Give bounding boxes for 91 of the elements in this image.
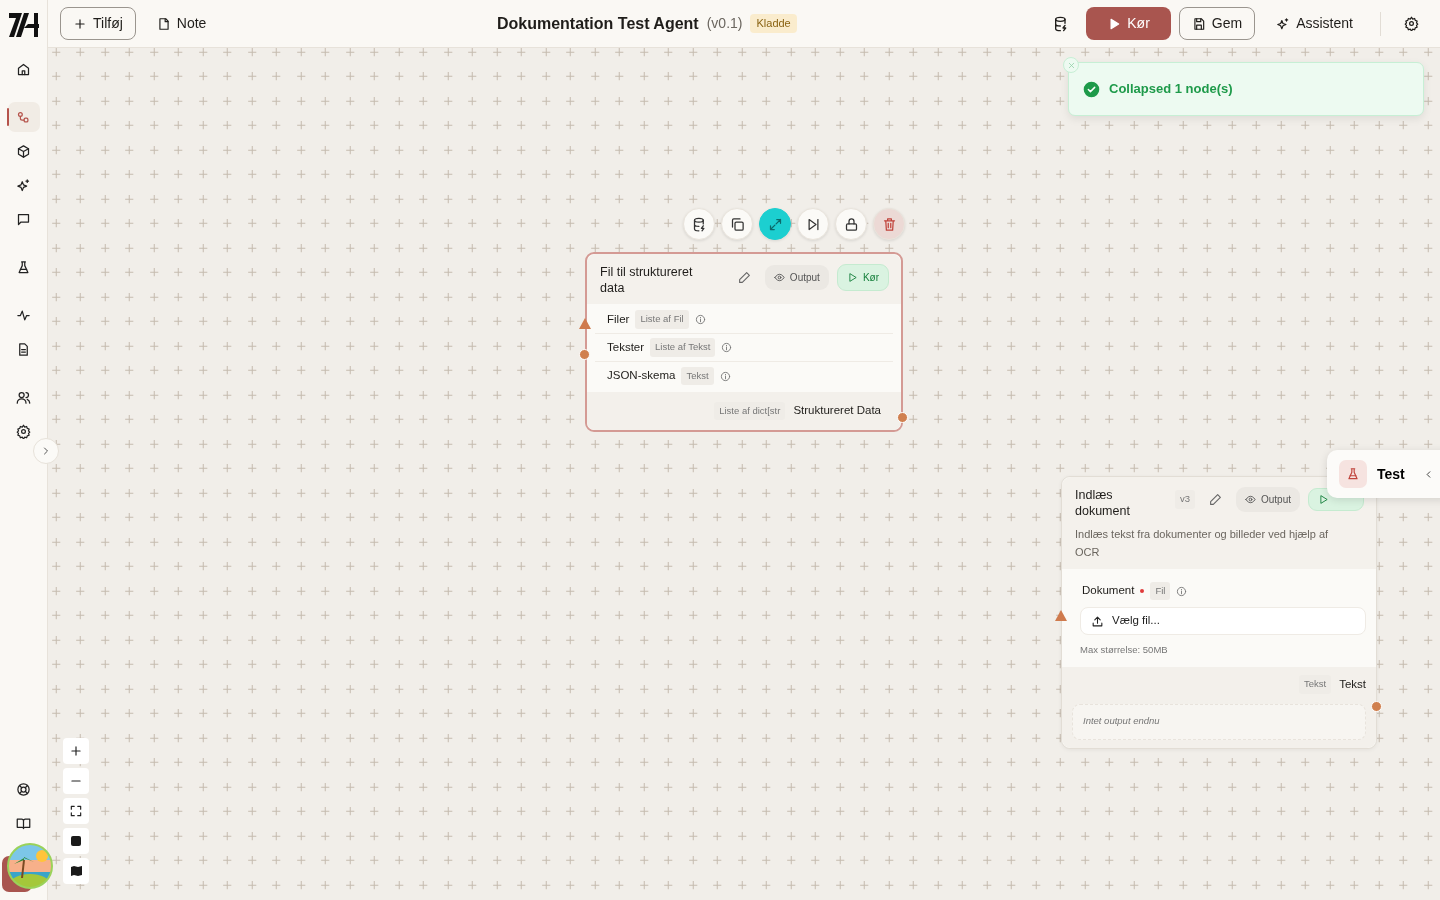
fit-view-icon (69, 804, 83, 818)
book-icon (16, 815, 31, 831)
play-icon (1107, 16, 1122, 31)
version-label: (v0.1) (706, 14, 743, 33)
input-handle[interactable] (1055, 610, 1067, 621)
required-dot (1140, 589, 1145, 593)
lock-button[interactable] (835, 208, 867, 240)
help-icon (16, 781, 31, 797)
output-button[interactable]: Output (764, 265, 829, 290)
plus-icon (73, 16, 87, 31)
test-panel-button[interactable]: Test (1327, 450, 1440, 498)
info-icon (694, 314, 706, 325)
status-badge: Kladde (750, 14, 797, 33)
type-tag: Liste af dict[str (714, 401, 786, 421)
workflow-icon (16, 109, 31, 125)
output-button[interactable]: Output (1235, 487, 1300, 512)
input-label: Dokument (1082, 583, 1135, 599)
eye-icon (1244, 494, 1256, 505)
copy-button[interactable] (721, 208, 753, 240)
copy-icon (729, 216, 745, 232)
info-icon (719, 370, 731, 382)
file-upload-button[interactable]: Vælg fil... (1080, 607, 1366, 635)
chat-icon (16, 211, 31, 227)
input-label: Tekster (607, 339, 645, 355)
delete-button[interactable] (873, 208, 905, 240)
cube-icon (16, 143, 31, 159)
assistant-button[interactable]: Assistent (1263, 7, 1366, 40)
note-icon (156, 16, 171, 31)
type-tag: Fil (1150, 581, 1171, 601)
type-tag: Tekst (1298, 675, 1332, 694)
expand-button[interactable] (759, 208, 791, 240)
square-icon (71, 836, 81, 846)
settings-icon (1404, 16, 1419, 31)
toggle-button[interactable] (63, 828, 89, 854)
upload-icon (1091, 614, 1104, 628)
play-icon (1318, 494, 1329, 505)
map-icon (70, 866, 82, 876)
delete-icon (881, 216, 897, 232)
save-button[interactable]: Gem (1178, 7, 1256, 40)
workflow-title: Dokumentation Test Agent (496, 13, 699, 34)
save-icon (1191, 16, 1206, 31)
sparkles-icon (16, 177, 31, 193)
success-check-icon (1083, 80, 1100, 98)
minimap-button[interactable] (63, 858, 89, 884)
version-badge: v3 (1174, 490, 1195, 509)
users-icon (16, 389, 31, 405)
output-label: Struktureret Data (793, 403, 881, 419)
output-label: Tekst (1339, 676, 1366, 692)
note-button[interactable]: Note (143, 7, 220, 40)
run-node-button[interactable]: Kør (836, 264, 889, 291)
expand-icon (767, 216, 783, 232)
logo-icon (8, 12, 39, 38)
node-card[interactable]: Indlæs dokument v3 Output Indlæs tekst fra dokumenter og billeder ved hjælp af OCR Dokument Fil Vælg fil... Max størrelse: 50MB Tekst Tekst Intet output endnu (1061, 476, 1377, 749)
flask-icon (16, 259, 31, 275)
flask-icon (1346, 467, 1360, 481)
database-icon (691, 216, 707, 232)
size-hint: Max størrelse: 50MB (1080, 643, 1169, 657)
skip-button[interactable] (797, 208, 829, 240)
node-card[interactable]: Fil til struktureret data Output Kør Filer Liste af Fil Tekster Liste af Tekst JSON-skema Tekst Liste af dict[str Struktureret Data (585, 252, 903, 432)
home-icon (16, 61, 31, 77)
lock-icon (843, 216, 859, 232)
fit-view-button[interactable] (63, 798, 89, 824)
input-label: JSON-skema (607, 368, 676, 384)
run-button[interactable]: Kør (1086, 7, 1171, 40)
input-handle[interactable] (579, 318, 591, 329)
sparkles-icon (1276, 16, 1291, 31)
settings-icon (16, 423, 31, 439)
info-icon (721, 342, 733, 353)
input-label: Filer (607, 311, 630, 327)
node-title: Indlæs dokument (1075, 487, 1131, 519)
close-icon (1066, 60, 1076, 70)
pencil-icon[interactable] (1208, 493, 1222, 506)
output-placeholder: Intet output endnu (1072, 703, 1366, 740)
toast-message: Collapsed 1 node(s) (1109, 80, 1233, 99)
output-handle[interactable] (897, 412, 908, 423)
type-tag: Liste af Tekst (650, 338, 716, 357)
plus-icon (69, 744, 83, 758)
type-tag: Liste af Fil (635, 310, 689, 329)
skip-icon (805, 216, 821, 232)
output-handle[interactable] (1371, 701, 1382, 712)
node-description: Indlæs tekst fra dokumenter og billeder ved hjælp af OCR (1075, 527, 1330, 560)
eye-icon (773, 272, 785, 283)
pencil-icon[interactable] (737, 271, 751, 284)
workflow-nav-item[interactable] (7, 102, 40, 132)
type-tag: Tekst (681, 366, 714, 386)
add-button[interactable]: Tilføj (60, 7, 136, 40)
database-button[interactable] (683, 208, 715, 240)
document-icon (16, 341, 31, 357)
zoom-in-button[interactable] (63, 738, 89, 764)
info-icon (1176, 585, 1188, 597)
node-title: Fil til struktureret data (600, 264, 694, 296)
